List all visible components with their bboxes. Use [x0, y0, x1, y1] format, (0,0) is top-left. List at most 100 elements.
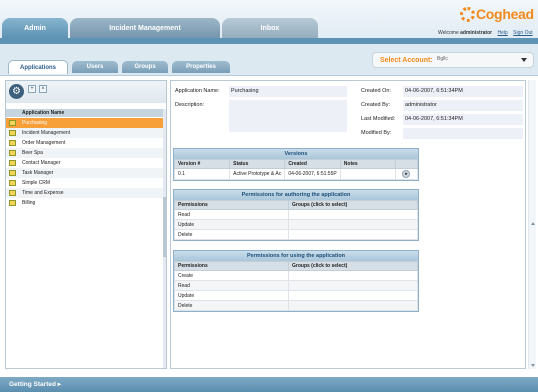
- add-icon[interactable]: +: [28, 85, 36, 93]
- application-icon: [9, 120, 16, 126]
- versions-title: Versions: [174, 149, 418, 159]
- last-modified-value: 04-06-2007, 6:51:34PM: [403, 114, 523, 125]
- scrollbar-thumb[interactable]: [163, 197, 166, 257]
- versions-table: Version # Status Created Notes 0.1 Activ…: [173, 159, 419, 180]
- permission-groups-cell[interactable]: [288, 219, 418, 230]
- delete-icon[interactable]: ×: [39, 85, 47, 93]
- col-status: Status: [229, 159, 286, 169]
- list-item[interactable]: Simple CRM: [6, 178, 163, 188]
- created-on-label: Created On:: [361, 88, 391, 94]
- last-modified-label: Last Modified:: [361, 116, 396, 122]
- tab-incident-management[interactable]: Incident Management: [70, 18, 220, 38]
- tab-properties[interactable]: Properties: [172, 61, 230, 73]
- col-notes: Notes: [339, 159, 396, 169]
- sign-out-link[interactable]: Sign Out: [513, 30, 532, 36]
- table-row[interactable]: 0.1 Active Prototype & Ac 04-06-2007, 6:…: [173, 168, 419, 180]
- version-action-cell: ▸: [394, 168, 419, 180]
- application-icon: [9, 130, 16, 136]
- account-label: Select Account:: [380, 56, 433, 64]
- username: administrator: [460, 30, 493, 36]
- panel-toolbar: ⚙ + ×: [6, 81, 166, 103]
- tab-inbox[interactable]: Inbox: [222, 18, 318, 38]
- permission-name: Read: [174, 209, 289, 220]
- description-value: [229, 100, 347, 132]
- brand-name: Coghead: [476, 6, 534, 22]
- version-status: Active Prototype & Ac: [229, 168, 286, 180]
- application-name: Incident Management: [22, 130, 71, 136]
- list-item[interactable]: Time and Expense: [6, 188, 163, 198]
- application-name-label: Application Name:: [175, 88, 220, 94]
- col-action: [394, 159, 419, 169]
- usage-permissions-section: Permissions for using the application Pe…: [173, 250, 419, 312]
- application-icon: [9, 190, 16, 196]
- tab-admin[interactable]: Admin: [2, 18, 68, 38]
- col-created: Created: [284, 159, 341, 169]
- col-permissions: Permissions: [174, 200, 289, 210]
- application-name: Contact Manager: [22, 160, 61, 166]
- application-name: Time and Expense: [22, 190, 64, 196]
- col-version: Version #: [173, 159, 231, 169]
- tab-groups[interactable]: Groups: [122, 61, 168, 73]
- brand-logo: Coghead: [460, 6, 534, 22]
- permission-name: Update: [174, 290, 289, 301]
- modified-by-label: Modified By:: [361, 130, 392, 136]
- chevron-down-icon[interactable]: [521, 58, 527, 62]
- permission-groups-cell[interactable]: [288, 229, 418, 240]
- top-bar: Admin Incident Management Inbox Coghead …: [0, 0, 538, 44]
- application-name: Simple CRM: [22, 180, 51, 186]
- applications-panel: ⚙ + × Application Name Purchasing Inciden…: [5, 80, 167, 369]
- permission-groups-cell[interactable]: [288, 300, 418, 311]
- permission-groups-cell[interactable]: [288, 280, 418, 291]
- usage-permissions-title: Permissions for using the application: [174, 251, 418, 261]
- application-name: Order Management: [22, 140, 66, 146]
- application-name: Beer Spa: [22, 150, 43, 156]
- table-row[interactable]: Delete: [174, 229, 418, 240]
- tab-users[interactable]: Users: [72, 61, 118, 73]
- table-row[interactable]: Read: [174, 280, 418, 291]
- application-name: Task Manager: [22, 170, 54, 176]
- permission-name: Update: [174, 219, 289, 230]
- help-link[interactable]: Help: [497, 30, 507, 36]
- settings-gear-icon[interactable]: ⚙: [9, 84, 24, 99]
- application-icon: [9, 150, 16, 156]
- welcome-bar: Welcome administrator Help Sign Out: [438, 30, 533, 36]
- permission-name: Delete: [174, 300, 289, 311]
- account-select[interactable]: Select Account: Bgllc: [372, 52, 534, 68]
- table-row[interactable]: Read: [174, 209, 418, 220]
- permission-groups-cell[interactable]: [288, 270, 418, 281]
- application-name: Billing: [22, 200, 36, 206]
- table-row[interactable]: Delete: [174, 300, 418, 311]
- getting-started-bar[interactable]: Getting Started ▸: [0, 377, 538, 392]
- authoring-permissions-table: Permissions Groups (click to select) Rea…: [174, 200, 418, 240]
- list-item[interactable]: Task Manager: [6, 168, 163, 178]
- permission-name: Read: [174, 280, 289, 291]
- list-item[interactable]: Billing: [6, 198, 163, 208]
- version-notes: [339, 168, 396, 180]
- col-groups: Groups (click to select): [288, 200, 418, 210]
- list-item[interactable]: Contact Manager: [6, 158, 163, 168]
- table-row[interactable]: Create: [174, 270, 418, 281]
- tab-applications[interactable]: Applications: [8, 60, 68, 74]
- scroll-up-icon[interactable]: [531, 222, 535, 225]
- created-on-value: 04-06-2007, 6:51:34PM: [403, 86, 523, 97]
- panel-scrollbar[interactable]: [163, 109, 166, 368]
- detail-scrollbar[interactable]: [528, 80, 536, 369]
- list-item[interactable]: Beer Spa: [6, 148, 163, 158]
- application-detail: Application Name: Purchasing Description…: [170, 80, 526, 369]
- list-item[interactable]: Order Management: [6, 138, 163, 148]
- version-created: 04-06-2007, 6:51:55P: [284, 168, 341, 180]
- table-row[interactable]: Update: [174, 219, 418, 230]
- edit-version-icon[interactable]: ▸: [402, 170, 411, 178]
- list-item[interactable]: Purchasing: [6, 118, 163, 128]
- permission-groups-cell[interactable]: [288, 290, 418, 301]
- col-groups: Groups (click to select): [288, 261, 418, 271]
- gear-logo-icon: [460, 6, 475, 22]
- created-by-value: administrator: [403, 100, 523, 111]
- permission-name: Create: [174, 270, 289, 281]
- app-list-header: Application Name: [6, 109, 163, 117]
- application-name: Purchasing: [22, 120, 48, 126]
- table-row[interactable]: Update: [174, 290, 418, 301]
- permission-groups-cell[interactable]: [288, 209, 418, 220]
- scroll-down-icon[interactable]: [531, 364, 535, 367]
- list-item[interactable]: Incident Management: [6, 128, 163, 138]
